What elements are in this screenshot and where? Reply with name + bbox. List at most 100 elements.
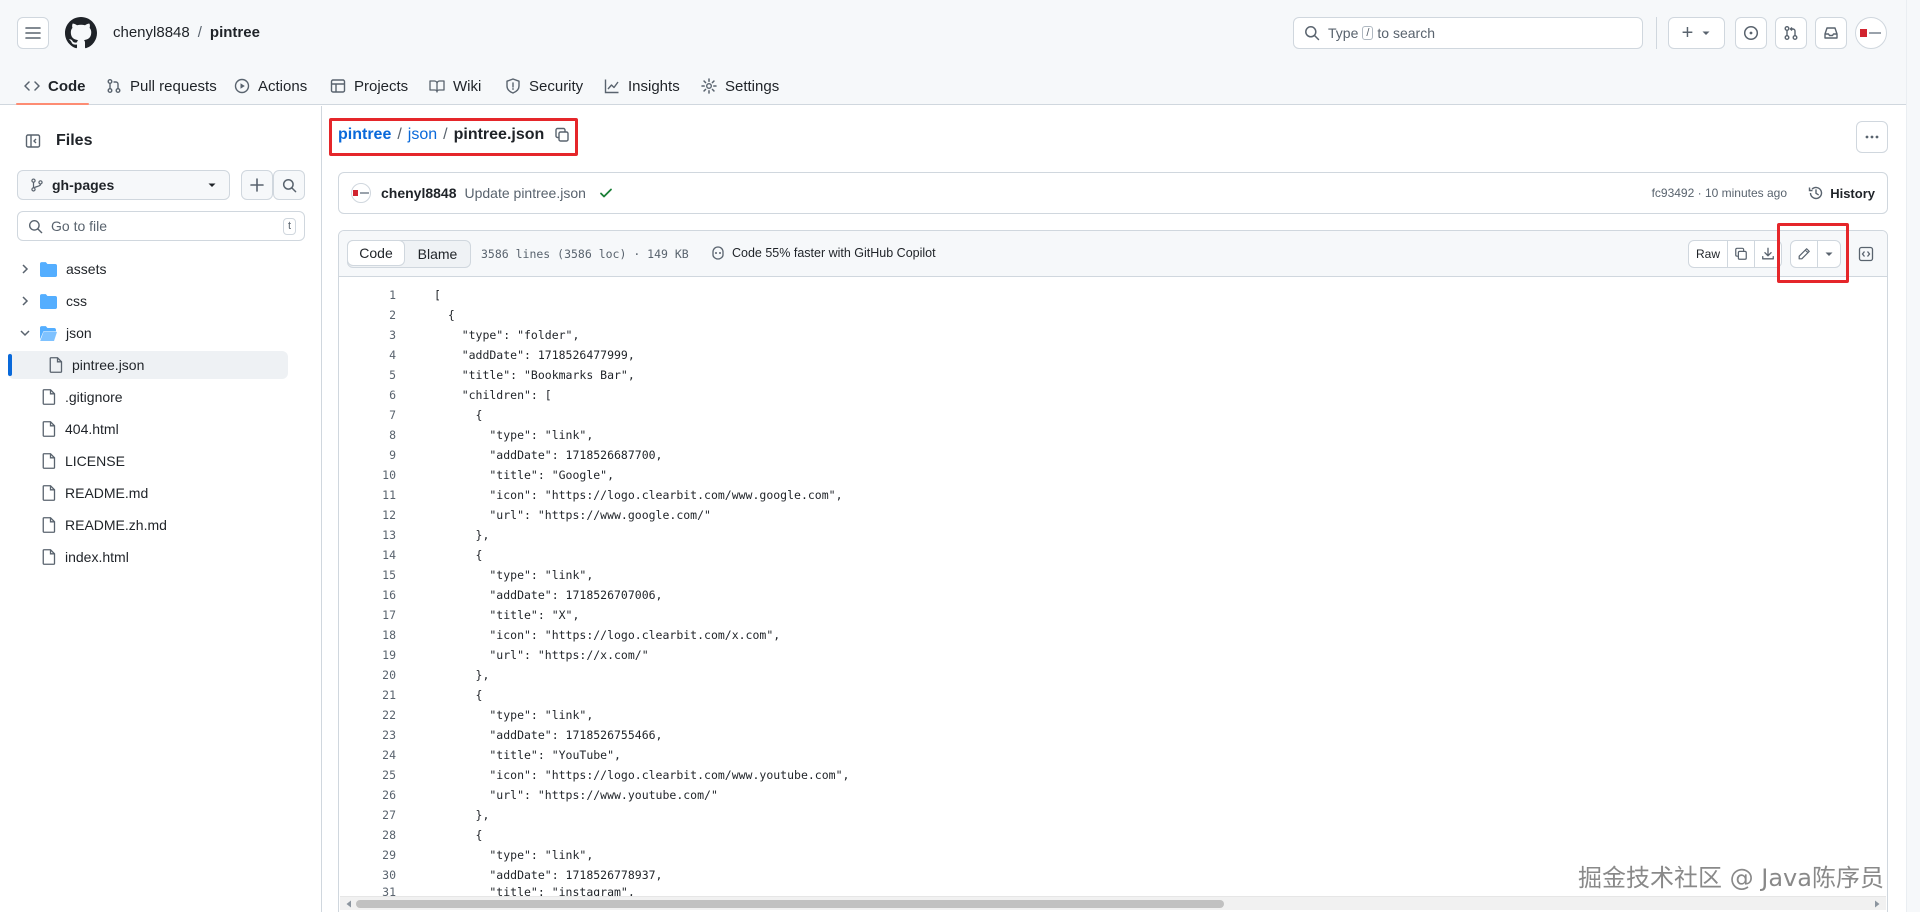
- tree-item-label: css: [66, 293, 87, 309]
- line-number[interactable]: 27: [342, 808, 396, 822]
- line-number[interactable]: 10: [342, 468, 396, 482]
- line-number[interactable]: 14: [342, 548, 396, 562]
- tree-item-readme-md[interactable]: README.md: [0, 479, 290, 507]
- folder-open-icon: [40, 325, 57, 341]
- line-number[interactable]: 8: [342, 428, 396, 442]
- code-line: 2 {: [342, 305, 1882, 325]
- tab-code[interactable]: Code: [24, 66, 86, 106]
- tab-settings[interactable]: Settings: [701, 66, 779, 106]
- tree-item-json[interactable]: json: [0, 319, 290, 347]
- line-number[interactable]: 13: [342, 528, 396, 542]
- line-number[interactable]: 26: [342, 788, 396, 802]
- blame-view-tab[interactable]: Blame: [405, 241, 470, 267]
- tree-item-readme-zh-md[interactable]: README.zh.md: [0, 511, 290, 539]
- check-icon[interactable]: [598, 185, 614, 201]
- tab-pull-requests[interactable]: Pull requests: [106, 66, 217, 106]
- inbox-button[interactable]: [1815, 17, 1847, 49]
- tab-insights[interactable]: Insights: [604, 66, 680, 106]
- line-number[interactable]: 2: [342, 308, 396, 322]
- horizontal-scrollbar[interactable]: [340, 896, 1886, 910]
- tree-item-css[interactable]: css: [0, 287, 290, 315]
- repo-name-link[interactable]: pintree: [210, 24, 260, 41]
- issues-button[interactable]: [1735, 17, 1767, 49]
- tree-item-gitignore[interactable]: .gitignore: [0, 383, 290, 411]
- scroll-left-icon[interactable]: [344, 899, 354, 909]
- line-number[interactable]: 4: [342, 348, 396, 362]
- commit-message[interactable]: Update pintree.json: [465, 185, 586, 201]
- commit-sha-time[interactable]: fc93492 · 10 minutes ago: [1652, 186, 1787, 200]
- line-number[interactable]: 21: [342, 688, 396, 702]
- raw-button[interactable]: Raw: [1688, 240, 1728, 268]
- line-number[interactable]: 23: [342, 728, 396, 742]
- line-number[interactable]: 9: [342, 448, 396, 462]
- line-number[interactable]: 24: [342, 748, 396, 762]
- collapse-sidebar-button[interactable]: [20, 128, 46, 154]
- history-button[interactable]: History: [1808, 185, 1875, 201]
- sidebar-collapse-icon: [25, 134, 41, 148]
- scroll-right-icon[interactable]: [1872, 899, 1882, 909]
- line-content: "addDate": 1718526755466,: [434, 728, 663, 742]
- go-to-file-input[interactable]: Go to file t: [17, 211, 305, 241]
- line-number[interactable]: 20: [342, 668, 396, 682]
- search-input[interactable]: Type / to search: [1293, 17, 1643, 49]
- commit-author-avatar[interactable]: [351, 183, 371, 203]
- tab-security[interactable]: Security: [505, 66, 583, 106]
- tab-projects[interactable]: Projects: [330, 66, 408, 106]
- tree-item-pintree-json[interactable]: pintree.json: [8, 351, 288, 379]
- line-content: "icon": "https://logo.clearbit.com/www.g…: [434, 488, 843, 502]
- pull-requests-button[interactable]: [1775, 17, 1807, 49]
- add-file-button[interactable]: [241, 170, 273, 200]
- scrollbar-thumb[interactable]: [356, 900, 1224, 908]
- code-view-tab[interactable]: Code: [347, 240, 405, 266]
- github-logo-icon[interactable]: [65, 17, 97, 49]
- line-number[interactable]: 5: [342, 368, 396, 382]
- file-icon: [49, 357, 63, 373]
- line-number[interactable]: 25: [342, 768, 396, 782]
- line-number[interactable]: 11: [342, 488, 396, 502]
- line-number[interactable]: 17: [342, 608, 396, 622]
- more-options-button[interactable]: [1856, 121, 1888, 153]
- line-number[interactable]: 30: [342, 868, 396, 882]
- line-number[interactable]: 3: [342, 328, 396, 342]
- line-number[interactable]: 22: [342, 708, 396, 722]
- tree-item-assets[interactable]: assets: [0, 255, 290, 283]
- menu-button[interactable]: [17, 17, 49, 49]
- copilot-promo[interactable]: Code 55% faster with GitHub Copilot: [710, 245, 936, 261]
- tab-code-label: Code: [48, 77, 86, 95]
- line-number[interactable]: 19: [342, 648, 396, 662]
- tree-item-label: pintree.json: [72, 357, 145, 373]
- line-number[interactable]: 15: [342, 568, 396, 582]
- file-stats: 3586 lines (3586 loc) · 149 KB: [481, 247, 689, 261]
- search-files-button[interactable]: [273, 170, 305, 200]
- history-icon: [1809, 186, 1823, 200]
- line-number[interactable]: 16: [342, 588, 396, 602]
- line-number[interactable]: 28: [342, 828, 396, 842]
- tree-item-index-html[interactable]: index.html: [0, 543, 290, 571]
- repo-owner-link[interactable]: chenyl8848: [113, 24, 190, 41]
- code-line: 4 "addDate": 1718526477999,: [342, 345, 1882, 365]
- line-number[interactable]: 18: [342, 628, 396, 642]
- commit-author[interactable]: chenyl8848: [381, 185, 457, 201]
- tree-item-label: index.html: [65, 549, 129, 565]
- tree-item-license[interactable]: LICENSE: [0, 447, 290, 475]
- line-number[interactable]: 1: [342, 288, 396, 302]
- tab-wiki[interactable]: Wiki: [429, 66, 481, 106]
- tree-item-404-html[interactable]: 404.html: [0, 415, 290, 443]
- symbols-panel-button[interactable]: [1852, 240, 1880, 268]
- line-number[interactable]: 29: [342, 848, 396, 862]
- code-line: 25 "icon": "https://logo.clearbit.com/ww…: [342, 765, 1882, 785]
- code-line: 6 "children": [: [342, 385, 1882, 405]
- line-number[interactable]: 12: [342, 508, 396, 522]
- code-line: 7 {: [342, 405, 1882, 425]
- line-content: "addDate": 1718526707006,: [434, 588, 663, 602]
- branch-selector[interactable]: gh-pages: [17, 170, 230, 200]
- line-number[interactable]: 7: [342, 408, 396, 422]
- copy-raw-button[interactable]: [1727, 240, 1755, 268]
- line-content: },: [434, 808, 490, 822]
- user-avatar[interactable]: [1855, 17, 1887, 49]
- line-number[interactable]: 6: [342, 388, 396, 402]
- create-new-button[interactable]: +: [1668, 17, 1725, 49]
- tab-actions[interactable]: Actions: [234, 66, 307, 106]
- line-content: "title": "YouTube",: [434, 748, 621, 762]
- line-content: "type": "link",: [434, 568, 594, 582]
